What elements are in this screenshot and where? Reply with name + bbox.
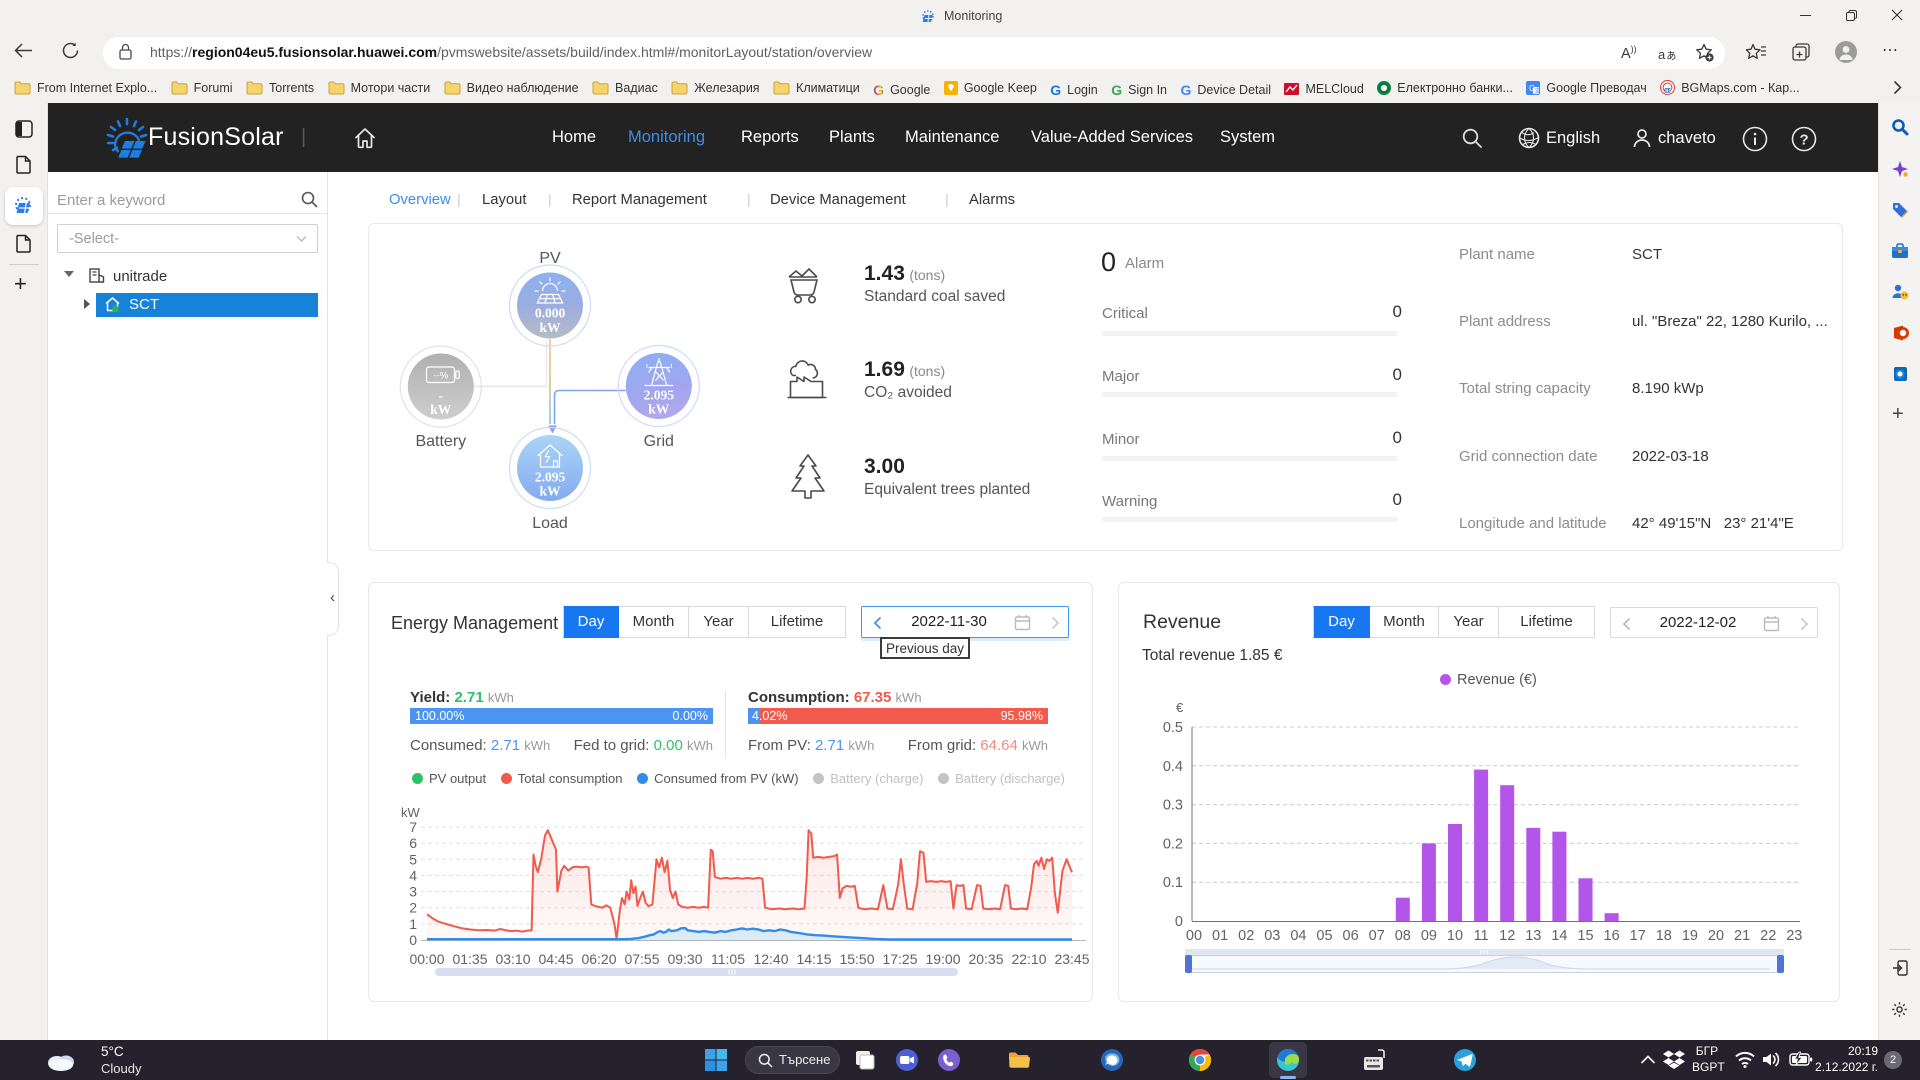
svg-text:07:55: 07:55 xyxy=(624,951,659,967)
svg-text:01: 01 xyxy=(1212,928,1228,944)
svg-text:16: 16 xyxy=(1604,928,1620,944)
svg-text:€: € xyxy=(1176,700,1184,715)
svg-text:Battery: Battery xyxy=(415,433,466,450)
svg-text:23: 23 xyxy=(1786,928,1802,944)
svg-text:Grid: Grid xyxy=(644,433,674,450)
svg-text:03:10: 03:10 xyxy=(495,951,530,967)
svg-text:17:25: 17:25 xyxy=(882,951,917,967)
svg-text:0: 0 xyxy=(1175,914,1183,930)
svg-text:02: 02 xyxy=(1238,928,1254,944)
svg-text:14:15: 14:15 xyxy=(796,951,831,967)
svg-text:0.3: 0.3 xyxy=(1163,798,1183,814)
svg-text:6: 6 xyxy=(409,835,417,851)
svg-text:13: 13 xyxy=(1525,928,1541,944)
svg-text:17: 17 xyxy=(1630,928,1646,944)
svg-text:kW: kW xyxy=(648,402,670,417)
svg-text:20: 20 xyxy=(1708,928,1724,944)
svg-text:BG: BG xyxy=(1665,88,1672,93)
svg-text:10: 10 xyxy=(1447,928,1463,944)
svg-text:19: 19 xyxy=(1682,928,1698,944)
svg-text:2: 2 xyxy=(409,900,417,916)
svg-text:--%: --% xyxy=(433,371,448,382)
svg-text:06:20: 06:20 xyxy=(581,951,616,967)
svg-text:04:45: 04:45 xyxy=(538,951,573,967)
svg-text:7: 7 xyxy=(409,819,417,835)
svg-text:PV: PV xyxy=(539,250,561,267)
svg-text:0.000: 0.000 xyxy=(535,306,566,321)
svg-text:0.2: 0.2 xyxy=(1163,836,1183,852)
svg-text:11: 11 xyxy=(1474,928,1489,944)
svg-text:12:40: 12:40 xyxy=(753,951,788,967)
svg-text:12: 12 xyxy=(1499,928,1515,944)
svg-text:kW: kW xyxy=(430,402,452,417)
svg-text:0.4: 0.4 xyxy=(1163,759,1183,775)
svg-text:00:00: 00:00 xyxy=(409,951,444,967)
svg-text:00: 00 xyxy=(1186,928,1202,944)
svg-text:05: 05 xyxy=(1316,928,1332,944)
svg-text:3: 3 xyxy=(409,884,417,900)
svg-text:15: 15 xyxy=(1577,928,1593,944)
svg-text:Load: Load xyxy=(532,515,568,532)
svg-text:03: 03 xyxy=(1264,928,1280,944)
svg-text:01:35: 01:35 xyxy=(452,951,487,967)
svg-text:21: 21 xyxy=(1734,928,1750,944)
svg-text:04: 04 xyxy=(1290,928,1306,944)
svg-text:文: 文 xyxy=(1535,87,1541,95)
svg-text:08: 08 xyxy=(1395,928,1411,944)
svg-text:23:45: 23:45 xyxy=(1054,951,1089,967)
svg-text:11:05: 11:05 xyxy=(711,951,745,967)
svg-text:14: 14 xyxy=(1551,928,1567,944)
svg-text:4: 4 xyxy=(409,867,417,883)
svg-text:18: 18 xyxy=(1656,928,1672,944)
svg-text:09: 09 xyxy=(1421,928,1437,944)
svg-text:kW: kW xyxy=(401,805,421,820)
svg-text:2.095: 2.095 xyxy=(535,470,566,485)
svg-text:kW: kW xyxy=(539,484,561,499)
svg-text:-: - xyxy=(439,388,444,403)
svg-text:22: 22 xyxy=(1760,928,1776,944)
svg-text:2.095: 2.095 xyxy=(644,388,675,403)
svg-text:15:50: 15:50 xyxy=(839,951,874,967)
svg-text:0.5: 0.5 xyxy=(1163,720,1183,736)
svg-text:09:30: 09:30 xyxy=(667,951,702,967)
svg-text:0.1: 0.1 xyxy=(1163,875,1183,891)
svg-text:07: 07 xyxy=(1369,928,1385,944)
svg-text:1: 1 xyxy=(409,916,417,932)
svg-text:5: 5 xyxy=(409,851,417,867)
svg-text:19:00: 19:00 xyxy=(925,951,960,967)
svg-text:0: 0 xyxy=(409,932,417,948)
svg-text:06: 06 xyxy=(1343,928,1359,944)
svg-text:kW: kW xyxy=(539,320,561,335)
svg-text:20:35: 20:35 xyxy=(968,951,1003,967)
svg-text:22:10: 22:10 xyxy=(1011,951,1046,967)
